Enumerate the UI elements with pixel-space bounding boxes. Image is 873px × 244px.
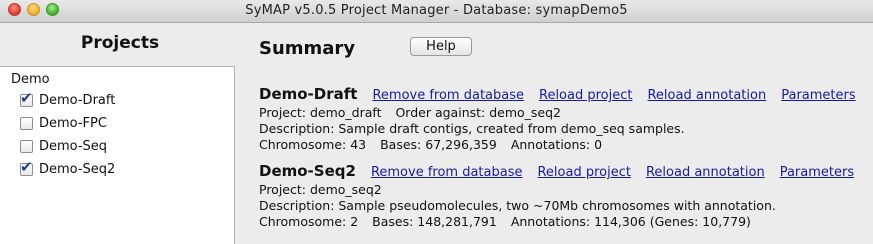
reload-annotation-link[interactable]: Reload annotation	[646, 165, 765, 180]
project-list: Demo ✔ Demo-Draft Demo-FPC Demo-Seq ✔ De…	[0, 66, 235, 244]
project-item-label: Demo-Seq2	[39, 161, 116, 177]
base-count: Bases: 148,281,791	[372, 214, 497, 229]
project-summary-demo-seq2: Demo-Seq2 Remove from database Reload pr…	[259, 162, 869, 230]
annotation-count: Annotations: 0	[510, 137, 603, 152]
project-name: Demo-Draft	[259, 85, 358, 103]
reload-project-link[interactable]: Reload project	[539, 88, 632, 103]
parameters-link[interactable]: Parameters	[780, 165, 854, 180]
project-checkbox[interactable]: ✔	[20, 157, 33, 176]
reload-project-link[interactable]: Reload project	[537, 165, 630, 180]
base-count: Bases: 67,296,359	[380, 137, 497, 152]
project-item-demo-fpc[interactable]: Demo-FPC	[20, 114, 107, 132]
order-against: Order against: demo_seq2	[395, 105, 562, 120]
project-checkbox[interactable]	[20, 139, 33, 153]
project-info-line: Project: demo_draft Order against: demo_s…	[259, 105, 871, 121]
chromosome-count: Chromosome: 43	[259, 137, 367, 152]
project-item-demo-seq2[interactable]: ✔ Demo-Seq2	[20, 157, 116, 178]
projects-heading: Projects	[80, 33, 160, 53]
help-button[interactable]: Help	[410, 37, 472, 56]
parameters-link[interactable]: Parameters	[781, 88, 855, 103]
project-description: Description: Sample pseudomolecules, two…	[259, 198, 776, 213]
title-bar[interactable]: SyMAP v5.0.5 Project Manager - Database:…	[0, 0, 873, 23]
project-item-demo-draft[interactable]: ✔ Demo-Draft	[20, 88, 116, 109]
project-manager-window: SyMAP v5.0.5 Project Manager - Database:…	[0, 0, 873, 244]
project-name: Demo-Seq2	[259, 162, 356, 180]
remove-from-database-link[interactable]: Remove from database	[372, 88, 524, 103]
project-id: Project: demo_draft	[259, 105, 382, 120]
project-id: Project: demo_seq2	[259, 182, 382, 197]
remove-from-database-link[interactable]: Remove from database	[371, 165, 523, 180]
checkmark-icon: ✔	[20, 88, 33, 107]
checkmark-icon: ✔	[20, 157, 33, 176]
reload-annotation-link[interactable]: Reload annotation	[647, 88, 766, 103]
project-item-label: Demo-Draft	[39, 92, 116, 108]
project-stats-line: Chromosome: 43 Bases: 67,296,359 Annotatio…	[259, 137, 871, 153]
project-stats-line: Chromosome: 2 Bases: 148,281,791 Annotatio…	[259, 214, 869, 230]
summary-heading: Summary	[259, 38, 356, 59]
chromosome-count: Chromosome: 2	[259, 214, 359, 229]
project-item-label: Demo-FPC	[39, 115, 107, 131]
window-title: SyMAP v5.0.5 Project Manager - Database:…	[245, 3, 628, 18]
project-description: Description: Sample draft contigs, creat…	[259, 121, 685, 136]
project-group-label: Demo	[11, 72, 50, 87]
annotation-count: Annotations: 114,306 (Genes: 10,779)	[510, 214, 751, 229]
project-summary-demo-draft: Demo-Draft Remove from database Reload p…	[259, 85, 871, 153]
project-checkbox[interactable]: ✔	[20, 88, 33, 107]
project-title-row: Demo-Seq2 Remove from database Reload pr…	[259, 162, 869, 182]
project-title-row: Demo-Draft Remove from database Reload p…	[259, 85, 871, 105]
project-checkbox[interactable]	[20, 116, 33, 130]
project-item-label: Demo-Seq	[39, 138, 108, 154]
project-item-demo-seq[interactable]: Demo-Seq	[20, 137, 107, 155]
